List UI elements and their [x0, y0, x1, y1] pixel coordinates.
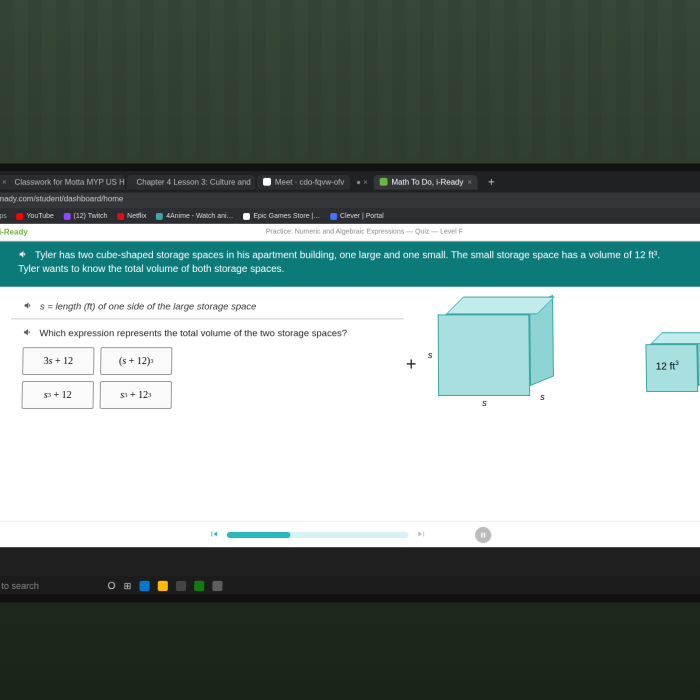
cube-label-s: s	[428, 350, 433, 360]
explorer-icon[interactable]	[158, 581, 168, 591]
cortana-icon[interactable]: O	[108, 580, 116, 591]
app-icon[interactable]	[194, 581, 204, 591]
answer-choice[interactable]: (s + 12)3	[100, 347, 172, 375]
tab-label: Meet · cdo-fqvw-ofv	[275, 177, 344, 186]
close-icon[interactable]: ×	[467, 177, 472, 186]
browser-tab[interactable]: Chapter 4 Lesson 3: Culture and ×	[127, 174, 256, 189]
bookmark-item[interactable]: YouTube	[17, 213, 54, 220]
taskview-icon[interactable]: ⊞	[124, 580, 132, 591]
cube-label-s: s	[540, 392, 545, 402]
problem-banner: Tyler has two cube-shaped storage spaces…	[0, 241, 700, 286]
small-cube-label: 12 ft3	[656, 360, 679, 372]
search-hint[interactable]: e to search	[0, 581, 39, 591]
plus-symbol: +	[406, 354, 417, 375]
close-icon[interactable]: ×	[2, 177, 7, 186]
bookmark-item[interactable]: Epic Games Store |…	[243, 213, 320, 220]
small-cube: 12 ft3	[645, 332, 700, 410]
divider	[11, 318, 404, 319]
app-icon[interactable]	[212, 581, 222, 591]
tab-label: Classwork for Motta MYP US His	[15, 177, 125, 186]
bookmark-item[interactable]: (12) Twitch	[64, 213, 108, 220]
bookmark-item[interactable]: Netflix	[117, 213, 146, 220]
anime-icon	[156, 213, 163, 220]
new-tab-button[interactable]: +	[480, 175, 503, 189]
next-icon[interactable]	[417, 525, 427, 543]
tab-label: Math To Do, i-Ready	[391, 177, 463, 186]
bookmark-item[interactable]: 4Anime - Watch ani…	[156, 213, 233, 220]
browser-tab[interactable]: × Classwork for Motta MYP US His ×	[0, 174, 125, 189]
address-bar[interactable]: nady.com/student/dashboard/home	[0, 193, 700, 209]
url-text: nady.com/student/dashboard/home	[0, 194, 123, 203]
app-icon[interactable]	[176, 581, 186, 591]
cube-label-s: s	[482, 398, 487, 408]
cube-diagram: + s s s 12 ft3	[398, 293, 699, 432]
player-footer	[0, 521, 700, 547]
progress-fill	[227, 531, 291, 537]
clever-icon	[330, 213, 337, 220]
audio-icon[interactable]	[23, 301, 33, 311]
prev-icon[interactable]	[209, 525, 219, 543]
browser-tab[interactable]: Meet · cdo-fqvw-ofv	[257, 174, 350, 189]
audio-icon[interactable]	[18, 249, 28, 259]
browser-tab[interactable]: Math To Do, i-Ready ×	[374, 174, 478, 189]
answer-choice[interactable]: s3 + 123	[100, 381, 172, 409]
apps-label: ps	[0, 213, 7, 220]
tab-overflow-icon: ● ×	[352, 177, 372, 186]
twitch-icon	[64, 213, 71, 220]
pause-button[interactable]	[475, 526, 491, 542]
favicon-icon	[263, 178, 271, 186]
progress-bar[interactable]	[227, 531, 409, 537]
favicon-icon	[380, 178, 388, 186]
windows-taskbar: e to search O ⊞	[0, 576, 700, 594]
epic-icon	[243, 213, 250, 220]
problem-content: s = length (ft) of one side of the large…	[0, 287, 700, 547]
iready-logo: i-Ready	[0, 228, 28, 237]
bookmarks-bar: ps YouTube (12) Twitch Netflix 4Anime - …	[0, 208, 700, 224]
answer-choice[interactable]: 3s + 12	[22, 347, 94, 375]
youtube-icon	[17, 213, 24, 220]
bookmark-item[interactable]: Clever | Portal	[330, 213, 384, 220]
large-cube: s s s	[438, 297, 559, 406]
problem-text: Tyler has two cube-shaped storage spaces…	[18, 250, 660, 275]
iready-header: i-Ready Practice: Numeric and Algebraic …	[0, 224, 700, 242]
answer-choice[interactable]: s3 + 12	[21, 381, 94, 409]
netflix-icon	[117, 213, 124, 220]
audio-icon[interactable]	[23, 327, 33, 337]
edge-icon[interactable]	[139, 581, 149, 591]
tab-label: Chapter 4 Lesson 3: Culture and	[136, 177, 250, 186]
variable-definition: s = length (ft) of one side of the large…	[40, 302, 257, 313]
question-text: Which expression represents the total vo…	[39, 328, 347, 339]
breadcrumb: Practice: Numeric and Algebraic Expressi…	[28, 229, 700, 236]
browser-tab-strip: × Classwork for Motta MYP US His × Chapt…	[0, 171, 700, 192]
